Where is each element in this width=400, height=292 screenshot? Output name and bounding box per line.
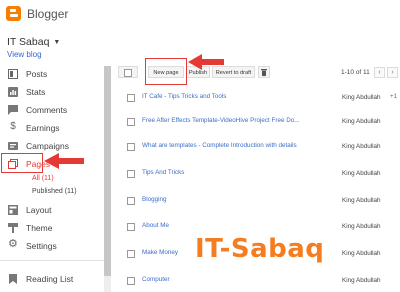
sidebar-item-reading-list[interactable]: Reading List bbox=[0, 270, 104, 288]
sidebar-scroll-thumb[interactable] bbox=[104, 66, 111, 276]
page-title-link[interactable]: About Me bbox=[142, 222, 169, 229]
page-author: King Abdullah bbox=[342, 94, 381, 101]
page-title-link[interactable]: Computer bbox=[142, 276, 170, 283]
page-author: King Abdullah bbox=[342, 277, 381, 284]
stats-icon bbox=[8, 87, 18, 97]
sidebar: Posts Stats Comments $ Earnings Campaign… bbox=[0, 62, 104, 292]
page-extra: +1 bbox=[390, 93, 398, 100]
row-checkbox[interactable] bbox=[127, 197, 135, 205]
table-row[interactable]: What are templates - Complete Introducti… bbox=[112, 136, 400, 156]
page-author: King Abdullah bbox=[342, 170, 381, 177]
top-bar: Blogger bbox=[0, 0, 400, 28]
sidebar-item-label: Earnings bbox=[26, 123, 60, 133]
pagination-text: 1-10 of 11 bbox=[341, 69, 370, 76]
row-checkbox[interactable] bbox=[127, 143, 135, 151]
sidebar-item-posts[interactable]: Posts bbox=[0, 65, 104, 83]
sidebar-item-label: Settings bbox=[26, 241, 57, 251]
new-page-highlight-box bbox=[145, 58, 187, 85]
sidebar-item-label: Layout bbox=[26, 205, 52, 215]
caret-down-icon: ▼ bbox=[53, 38, 61, 46]
sidebar-item-comments[interactable]: Comments bbox=[0, 101, 104, 119]
chevron-right-icon: › bbox=[391, 69, 394, 76]
campaigns-icon bbox=[8, 142, 18, 150]
pages-filter-all[interactable]: All (11) bbox=[32, 175, 54, 182]
table-row[interactable]: IT Cafe - Tips Tricks and Tools King Abd… bbox=[112, 87, 400, 107]
pages-highlight-box bbox=[1, 153, 43, 173]
sidebar-item-settings[interactable]: ⚙ Settings bbox=[0, 237, 104, 255]
app-title: Blogger bbox=[27, 7, 69, 21]
dollar-icon: $ bbox=[10, 121, 16, 132]
sidebar-item-label: Campaigns bbox=[26, 141, 69, 151]
sidebar-item-earnings[interactable]: $ Earnings bbox=[0, 119, 104, 137]
page-title-link[interactable]: What are templates - Complete Introducti… bbox=[142, 142, 297, 149]
row-checkbox[interactable] bbox=[127, 170, 135, 178]
blogger-logo-icon[interactable] bbox=[6, 6, 21, 21]
page-author: King Abdullah bbox=[342, 143, 381, 150]
bookmark-icon bbox=[9, 274, 17, 284]
blog-selector[interactable]: IT Sabaq ▼ bbox=[7, 36, 60, 48]
trash-icon bbox=[261, 69, 267, 76]
table-row[interactable]: Blogging King Abdullah bbox=[112, 190, 400, 210]
next-page-button[interactable]: › bbox=[387, 67, 398, 78]
sidebar-item-label: Posts bbox=[26, 69, 48, 79]
blog-name: IT Sabaq bbox=[7, 36, 50, 48]
sidebar-item-stats[interactable]: Stats bbox=[0, 83, 104, 101]
row-checkbox[interactable] bbox=[127, 118, 135, 126]
row-checkbox[interactable] bbox=[127, 277, 135, 285]
sidebar-item-label: Theme bbox=[26, 223, 53, 233]
page-title-link[interactable]: Tips And Tricks bbox=[142, 169, 184, 176]
view-blog-link[interactable]: View blog bbox=[7, 50, 42, 59]
posts-icon bbox=[8, 69, 18, 79]
page-title-link[interactable]: Make Money bbox=[142, 249, 178, 256]
page-author: King Abdullah bbox=[342, 250, 381, 257]
sidebar-item-label: Comments bbox=[26, 105, 68, 115]
watermark-text: IT-Sabaq bbox=[195, 234, 325, 264]
table-row[interactable]: Computer King Abdullah bbox=[112, 270, 400, 290]
page-title-link[interactable]: IT Cafe - Tips Tricks and Tools bbox=[142, 93, 226, 100]
sidebar-item-theme[interactable]: Theme bbox=[0, 219, 104, 237]
table-row[interactable]: Tips And Tricks King Abdullah bbox=[112, 163, 400, 183]
sidebar-item-layout[interactable]: Layout bbox=[0, 201, 104, 219]
chevron-left-icon: ‹ bbox=[378, 69, 381, 76]
page-author: King Abdullah bbox=[342, 197, 381, 204]
theme-icon bbox=[8, 223, 18, 233]
layout-icon bbox=[8, 205, 18, 215]
trash-button[interactable] bbox=[258, 66, 270, 78]
annotation-arrow-icon bbox=[188, 54, 224, 70]
gear-icon: ⚙ bbox=[8, 238, 18, 250]
prev-page-button[interactable]: ‹ bbox=[374, 67, 385, 78]
comments-icon bbox=[8, 105, 18, 115]
sidebar-item-label: Stats bbox=[26, 87, 46, 97]
checkbox-icon bbox=[124, 69, 132, 77]
page-title-link[interactable]: Free After Effects Template-VideoHive Pr… bbox=[142, 117, 300, 124]
page-author: King Abdullah bbox=[342, 118, 381, 125]
select-all-checkbox[interactable] bbox=[118, 66, 138, 78]
sidebar-divider bbox=[0, 260, 104, 261]
row-checkbox[interactable] bbox=[127, 94, 135, 102]
annotation-arrow-icon bbox=[44, 153, 84, 169]
table-row[interactable]: Free After Effects Template-VideoHive Pr… bbox=[112, 111, 400, 131]
row-checkbox[interactable] bbox=[127, 223, 135, 231]
page-title-link[interactable]: Blogging bbox=[142, 196, 167, 203]
row-checkbox[interactable] bbox=[127, 250, 135, 258]
page-author: King Abdullah bbox=[342, 223, 381, 230]
pages-filter-published[interactable]: Published (11) bbox=[32, 188, 77, 195]
table-row[interactable]: About Me King Abdullah bbox=[112, 216, 400, 236]
sidebar-item-label: Reading List bbox=[26, 274, 74, 284]
